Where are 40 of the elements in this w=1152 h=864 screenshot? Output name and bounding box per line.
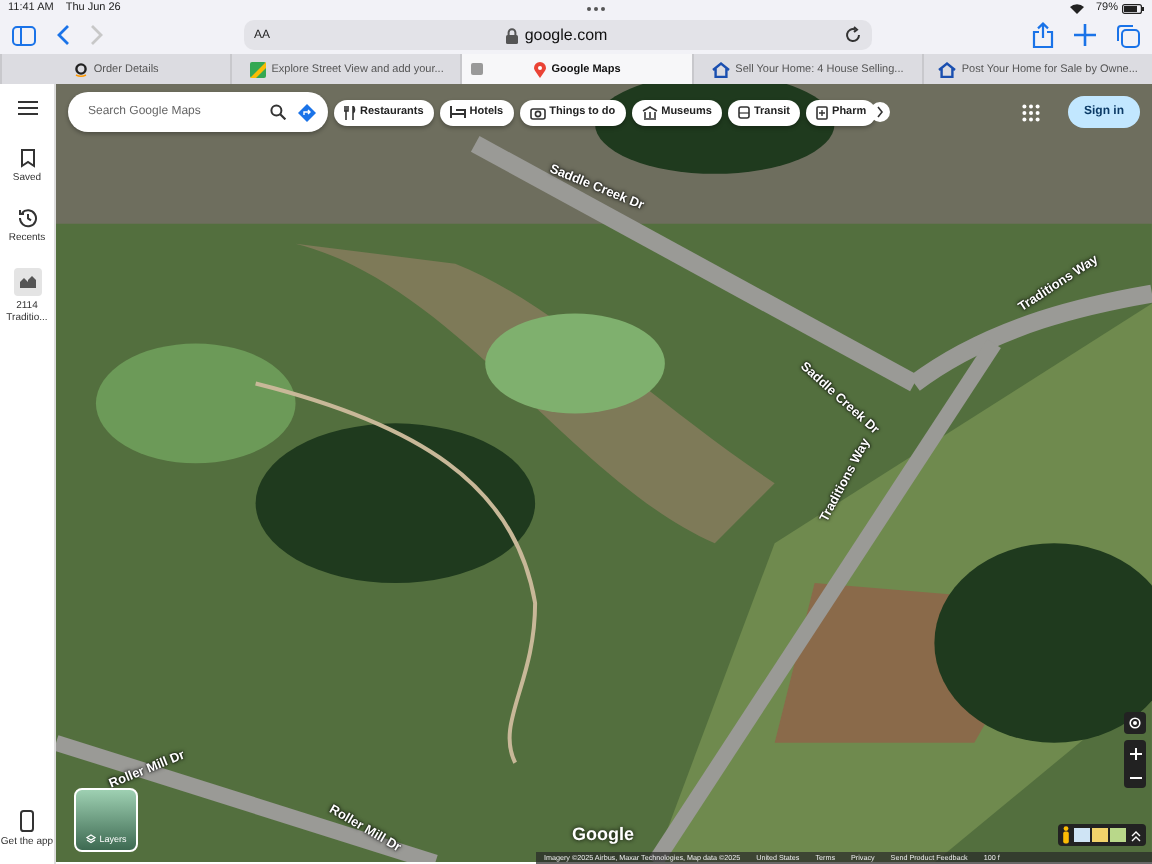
layers-icon [85, 834, 96, 844]
directions-icon[interactable] [298, 103, 316, 121]
pegman-icon[interactable] [1062, 826, 1070, 844]
house-icon [711, 61, 730, 77]
bed-icon [449, 106, 466, 118]
tabs-icon[interactable] [1116, 23, 1140, 47]
plus-icon[interactable] [1074, 24, 1096, 46]
chevron-right-icon [876, 106, 885, 118]
place-thumbnail-icon [13, 268, 41, 296]
map-logo: Google [572, 824, 634, 844]
shopping-logo-icon [73, 61, 88, 77]
history-icon [17, 208, 37, 228]
house-icon [937, 61, 956, 77]
share-icon[interactable] [1032, 22, 1054, 48]
apps-grid-icon[interactable] [1022, 103, 1040, 121]
more-dots-icon [585, 5, 606, 11]
fork-knife-icon [344, 105, 356, 119]
bus-icon [737, 105, 750, 119]
wifi-icon [1070, 3, 1084, 13]
lock-icon [506, 27, 519, 43]
phone-icon [20, 810, 34, 832]
bookmark-icon [19, 148, 35, 168]
minus-icon [1129, 776, 1141, 780]
expand-chevron-icon[interactable] [1130, 829, 1142, 841]
back-icon[interactable] [56, 24, 70, 46]
address-text: google.com [524, 26, 608, 44]
location-target-icon [1128, 716, 1142, 730]
reload-icon[interactable] [844, 26, 862, 44]
zoom-in-button[interactable] [1129, 748, 1141, 760]
camera-icon [529, 105, 546, 119]
pharmacy-icon [816, 105, 829, 119]
imagery-thumbnails-icon[interactable] [1074, 828, 1126, 842]
museum-icon [641, 105, 658, 119]
close-icon[interactable] [470, 62, 485, 76]
menu-icon[interactable] [17, 100, 37, 116]
my-location-button[interactable] [1124, 712, 1146, 734]
search-icon[interactable] [270, 104, 286, 120]
sidebar-icon[interactable] [12, 25, 36, 45]
plus-icon [1129, 748, 1141, 760]
battery-icon [1122, 3, 1145, 13]
